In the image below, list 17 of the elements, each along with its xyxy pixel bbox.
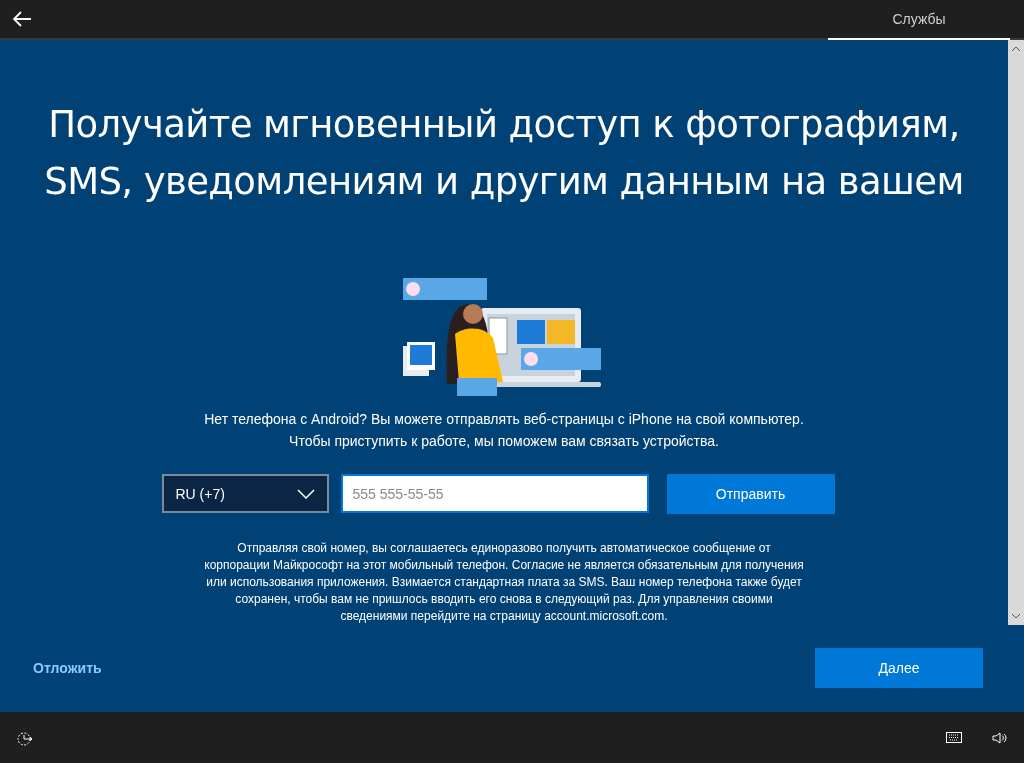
- keyboard-button[interactable]: [946, 732, 962, 743]
- chevron-down-icon: [296, 488, 315, 499]
- disclaimer-text: Отправляя свой номер, вы соглашаетесь единоразово получить автоматическое сообщение от корпорации Майкрософт на этот мобильный телефон. Согласие не является обязательным для получения или использования приложения. Взимается стандартная плата за SMS. Ваш номер телефона также будет сохранен, чтобы вам не пришлось вводить его снова в следующий раз. Для управления своими сведениями перейдите на страницу account.microsoft.com.: [204, 540, 804, 625]
- send-button[interactable]: Отправить: [666, 474, 835, 514]
- next-button[interactable]: Далее: [815, 648, 983, 688]
- volume-button[interactable]: [992, 730, 1008, 745]
- speaker-icon: [992, 730, 1008, 745]
- keyboard-icon: [946, 732, 962, 743]
- scroll-up-icon: [1011, 45, 1021, 53]
- back-arrow-icon: [12, 11, 32, 27]
- scrollbar[interactable]: [1008, 40, 1024, 625]
- skip-link[interactable]: Отложить: [33, 660, 102, 676]
- country-code-dropdown[interactable]: RU (+7): [161, 474, 329, 513]
- heading: Получайте мгновенный доступ к фотографиям, SMS, уведомлениям и другим данным на вашем: [43, 102, 965, 205]
- description-text: Нет телефона с Android? Вы можете отправлять веб-страницы с iPhone на свой компьютер. Чтобы приступить к работе, мы поможем вам связать устройства.: [203, 410, 805, 451]
- phone-number-field[interactable]: 555 555-55-55: [340, 474, 649, 513]
- scroll-down-icon: [1011, 612, 1021, 620]
